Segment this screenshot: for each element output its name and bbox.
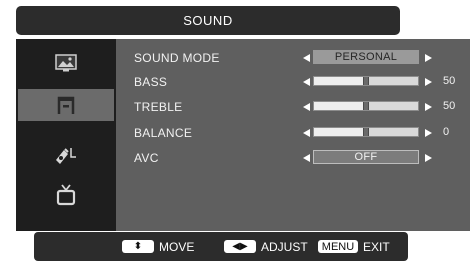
treble-value: 50 (443, 100, 456, 112)
treble-label: TREBLE (134, 100, 183, 114)
menu-key-icon: MENU (318, 240, 358, 253)
sidebar-item-sound[interactable] (18, 89, 114, 121)
balance-slider[interactable] (313, 127, 419, 137)
sidebar-item-picture[interactable] (18, 47, 114, 79)
help-move: ⬍ MOVE (122, 232, 194, 261)
move-key-icon: ⬍ (122, 240, 154, 253)
bass-label: BASS (134, 75, 168, 89)
treble-slider[interactable] (313, 101, 419, 111)
help-bar: ⬍ MOVE ◀▶ ADJUST MENU EXIT (34, 232, 408, 261)
sound-mode-label: SOUND MODE (134, 51, 220, 65)
setup-icon (56, 148, 76, 164)
left-arrow-icon[interactable] (303, 78, 310, 86)
balance-slider-thumb[interactable] (363, 128, 369, 136)
sound-icon (57, 96, 75, 114)
avc-label: AVC (134, 151, 159, 165)
bass-slider-thumb[interactable] (363, 77, 369, 85)
left-arrow-icon[interactable] (303, 54, 310, 62)
treble-row[interactable]: TREBLE 50 (132, 97, 470, 117)
treble-slider-fill (314, 102, 366, 110)
avc-value: OFF (313, 150, 419, 164)
right-arrow-icon[interactable] (425, 103, 432, 111)
help-adjust: ◀▶ ADJUST (224, 232, 308, 261)
balance-value: 0 (443, 126, 450, 138)
sound-menu: SOUND MODE PERSONAL BASS 50 TREBLE 50 BA… (132, 39, 470, 231)
left-arrow-icon[interactable] (303, 154, 310, 162)
bass-slider[interactable] (313, 76, 419, 86)
menu-title: SOUND (183, 13, 233, 28)
right-arrow-icon[interactable] (425, 129, 432, 137)
menu-panel: SOUND MODE PERSONAL BASS 50 TREBLE 50 BA… (16, 39, 470, 231)
left-arrow-icon[interactable] (303, 103, 310, 111)
sidebar-item-tv[interactable] (18, 179, 114, 211)
category-sidebar (16, 39, 116, 231)
bass-slider-fill (314, 77, 366, 85)
right-arrow-icon[interactable] (425, 154, 432, 162)
bass-value: 50 (443, 75, 456, 87)
picture-icon (55, 54, 77, 72)
exit-label: EXIT (363, 239, 390, 254)
sound-mode-row[interactable]: SOUND MODE PERSONAL (132, 48, 470, 68)
treble-slider-thumb[interactable] (363, 102, 369, 110)
avc-row[interactable]: AVC OFF (132, 148, 470, 168)
adjust-label: ADJUST (261, 239, 308, 254)
menu-title-bar: SOUND (16, 6, 400, 35)
move-label: MOVE (159, 239, 195, 254)
help-exit: MENU EXIT (318, 232, 390, 261)
left-arrow-icon[interactable] (303, 129, 310, 137)
tv-channel-icon (56, 184, 76, 206)
bass-row[interactable]: BASS 50 (132, 72, 470, 92)
adjust-key-icon: ◀▶ (224, 240, 256, 253)
balance-label: BALANCE (134, 126, 193, 140)
right-arrow-icon[interactable] (425, 54, 432, 62)
sidebar-item-setup[interactable] (18, 139, 114, 171)
balance-slider-fill (314, 128, 366, 136)
sound-mode-value: PERSONAL (313, 50, 419, 64)
balance-row[interactable]: BALANCE 0 (132, 123, 470, 143)
right-arrow-icon[interactable] (425, 78, 432, 86)
